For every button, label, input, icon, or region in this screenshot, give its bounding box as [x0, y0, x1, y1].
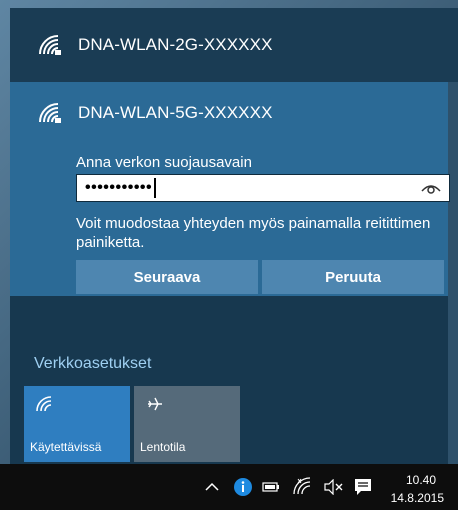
action-center-icon[interactable] — [353, 477, 373, 497]
info-icon[interactable] — [233, 477, 253, 497]
taskbar: 10.40 14.8.2015 — [0, 464, 458, 510]
network-ssid: DNA-WLAN-5G-XXXXXX — [78, 103, 273, 122]
password-value: ••••••••••• — [85, 179, 153, 196]
text-caret — [154, 178, 156, 198]
wps-hint-text: Voit muodostaa yhteyden myös painamalla … — [76, 215, 431, 251]
wifi-toggle-tile[interactable]: Käytettävissä — [24, 386, 130, 462]
network-flyout: DNA-WLAN-2G-XXXXXX DNA-WLAN-5G-XXXXXX An… — [10, 8, 458, 464]
eye-icon[interactable] — [421, 181, 441, 195]
wifi-icon — [36, 396, 52, 412]
network-item-2g[interactable]: DNA-WLAN-2G-XXXXXX — [10, 8, 458, 82]
tile-label: Lentotila — [140, 440, 186, 454]
airplane-icon — [148, 397, 162, 411]
clock-time[interactable]: 10.40 — [406, 473, 436, 487]
next-button[interactable]: Seuraava — [76, 260, 258, 294]
clock-date[interactable]: 14.8.2015 — [391, 491, 444, 505]
battery-icon[interactable] — [262, 481, 280, 493]
network-item-5g[interactable]: DNA-WLAN-5G-XXXXXX Anna verkon suojausav… — [10, 82, 450, 296]
password-label: Anna verkon suojausavain — [76, 154, 252, 171]
wifi-icon[interactable] — [293, 477, 311, 495]
cancel-button[interactable]: Peruuta — [262, 260, 444, 294]
airplane-mode-tile[interactable]: Lentotila — [134, 386, 240, 462]
network-settings-link[interactable]: Verkkoasetukset — [34, 355, 151, 373]
network-ssid: DNA-WLAN-2G-XXXXXX — [78, 35, 273, 54]
wifi-secured-icon — [39, 35, 61, 55]
network-header: DNA-WLAN-5G-XXXXXX — [10, 82, 273, 144]
tile-label: Käytettävissä — [30, 440, 102, 454]
volume-mute-icon[interactable] — [323, 479, 345, 495]
password-field[interactable]: ••••••••••• — [76, 174, 450, 202]
wifi-secured-icon — [39, 103, 61, 123]
chevron-up-icon[interactable] — [205, 482, 219, 492]
